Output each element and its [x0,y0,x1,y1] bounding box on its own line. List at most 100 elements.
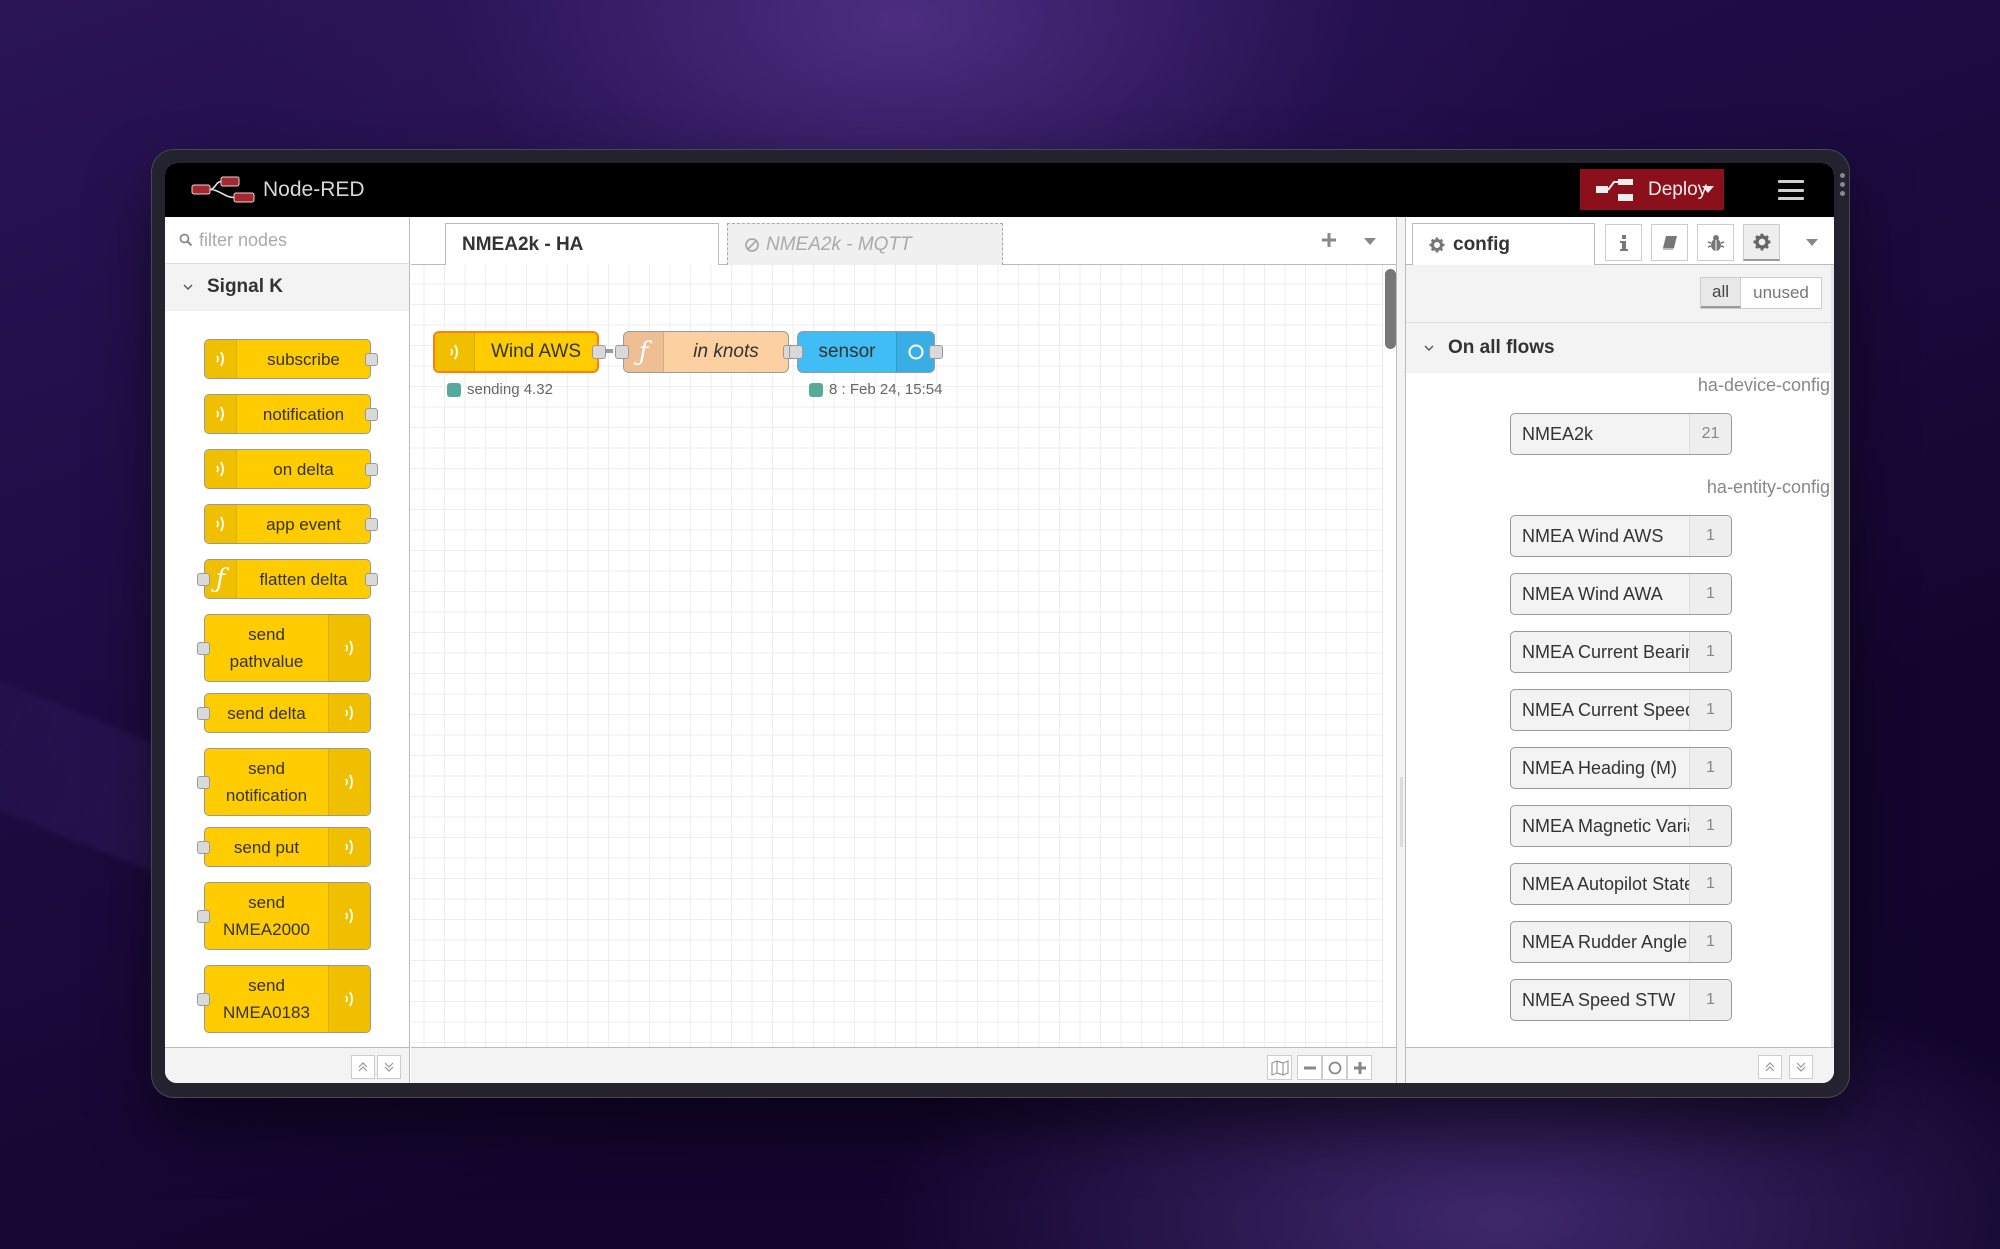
app-title: Node-RED [263,178,365,201]
splitter-grip[interactable] [1400,777,1403,847]
window-handle[interactable] [1840,173,1846,196]
book-icon [1662,235,1677,250]
sidebar-menu-caret-icon[interactable] [1806,239,1818,246]
config-node-name: NMEA Wind AWA [1522,583,1663,604]
debug-tab-button[interactable] [1697,224,1734,261]
flow-node-wind-aws[interactable]: Wind AWS [433,331,606,373]
config-node-name: NMEA Wind AWS [1522,525,1664,546]
config-node-item[interactable]: NMEA Wind AWA 1 [1510,573,1732,615]
expand-all-button[interactable] [1789,1055,1813,1079]
expand-all-button[interactable] [377,1055,401,1079]
palette-node-send-nmea0183[interactable]: send NMEA0183 [197,965,371,1033]
minus-icon [1303,1066,1316,1069]
node-status: 8 : Feb 24, 15:54 [809,381,942,398]
config-node-usage-count: 1 [1689,632,1731,672]
tab-nmea2k-ha[interactable]: NMEA2k - HA [445,223,719,266]
config-nodes-panel: all unused On all flows ha-device-config… [1406,265,1834,1047]
collapse-all-button[interactable] [1758,1055,1782,1079]
palette-node-send-notification[interactable]: send notification [197,748,371,816]
config-sections: ha-device-config NMEA2k 21 ha-entity-config… [1406,373,1834,1021]
palette-node-send-put[interactable]: send put [197,827,371,867]
map-icon [1270,1059,1289,1076]
zoom-out-button[interactable] [1297,1055,1322,1080]
flow-canvas[interactable]: Wind AWS sending 4.32 ƒ in knots sensor … [411,265,1382,1047]
palette-node-subscribe[interactable]: subscribe [204,339,378,379]
scrollbar-thumb[interactable] [1385,269,1396,349]
config-node-item[interactable]: NMEA Current Bearing 1 [1510,631,1732,673]
config-node-usage-count: 21 [1689,414,1731,454]
chevrons-down-icon [1796,1062,1806,1072]
zoom-in-button[interactable] [1347,1055,1372,1080]
sidebar-scrollbar[interactable] [1831,265,1834,1047]
config-node-usage-count: 1 [1689,864,1731,904]
config-tab-button[interactable] [1743,224,1780,261]
info-tab-button[interactable] [1605,224,1642,261]
sidebar-splitter[interactable] [1396,217,1406,1083]
input-port[interactable] [789,345,803,359]
workspace-footer [411,1047,1396,1083]
flow-node-sensor[interactable]: sensor [789,331,943,373]
input-port [197,706,210,720]
group-on-all-flows[interactable]: On all flows [1406,323,1834,373]
tab-label: NMEA2k - HA [462,233,584,255]
config-node-item[interactable]: NMEA Autopilot State 1 [1510,863,1732,905]
signal-icon [435,333,475,371]
palette-node-send-nmea2000[interactable]: send NMEA2000 [197,882,371,950]
config-node-usage-count: 1 [1689,748,1731,788]
filter-all-button[interactable]: all [1701,278,1741,308]
config-node-item[interactable]: NMEA Current Speed 1 [1510,689,1732,731]
filter-nodes-input[interactable] [199,229,399,251]
config-node-item[interactable]: NMEA Speed STW 1 [1510,979,1732,1021]
config-node-item[interactable]: NMEA Magnetic Variation1 [1510,805,1732,847]
output-port [365,352,378,366]
input-port [197,909,210,923]
signal-icon [205,505,237,543]
zoom-reset-button[interactable] [1322,1055,1347,1080]
navigator-button[interactable] [1267,1055,1292,1080]
input-port [197,992,210,1006]
config-node-name: NMEA2k [1522,423,1594,444]
palette-node-send-delta[interactable]: send delta [197,693,371,733]
deploy-button[interactable]: Deploy [1580,169,1724,210]
signal-icon [328,883,370,949]
palette-node-notification[interactable]: notification [204,394,378,434]
info-icon [1619,234,1628,251]
palette-node-flatten-delta[interactable]: ƒ flatten delta [197,559,378,599]
header-bar: Node-RED Deploy [165,163,1834,217]
config-node-item[interactable]: NMEA Rudder Angle 1 [1510,921,1732,963]
signal-icon [328,615,370,681]
search-icon [179,233,193,247]
canvas-vertical-scrollbar[interactable] [1382,265,1396,1047]
config-node-item[interactable]: NMEA Wind AWS 1 [1510,515,1732,557]
output-port[interactable] [929,345,943,359]
add-flow-plus-icon[interactable] [1320,231,1338,249]
help-tab-button[interactable] [1651,224,1688,261]
config-node-item[interactable]: NMEA Heading (M) 1 [1510,747,1732,789]
tab-nmea2k-mqtt[interactable]: NMEA2k - MQTT [727,223,1003,265]
status-text: 8 : Feb 24, 15:54 [829,381,943,398]
node-red-editor: Node-RED Deploy filter nodes Signal K su… [165,163,1834,1083]
input-port [197,775,210,789]
palette-category-signal-k[interactable]: Signal K [165,264,409,311]
config-node-item[interactable]: NMEA2k 21 [1510,413,1732,455]
gear-icon [1753,233,1770,251]
output-port[interactable] [592,345,606,359]
status-dot-icon [447,382,461,397]
palette-node-app-event[interactable]: app event [204,504,378,544]
sidebar-tab-config[interactable]: config [1412,223,1595,266]
filter-unused-button[interactable]: unused [1741,278,1821,308]
palette-node-send-pathvalue[interactable]: send pathvalue [197,614,371,682]
deploy-options-caret-icon[interactable] [1692,169,1724,210]
input-port[interactable] [615,345,629,359]
gear-icon [1429,237,1445,252]
output-port [365,572,378,586]
collapse-all-button[interactable] [351,1055,375,1079]
flow-list-caret-icon[interactable] [1364,238,1376,245]
palette-node-on-delta[interactable]: on delta [204,449,378,489]
chevrons-up-icon [358,1062,368,1072]
status-text: sending 4.32 [467,381,553,398]
node-red-logo-icon [191,176,255,203]
main-menu-hamburger-icon[interactable] [1778,180,1804,200]
config-node-name: NMEA Current Speed [1522,699,1689,720]
flow-node-in-knots[interactable]: ƒ in knots [615,331,797,373]
